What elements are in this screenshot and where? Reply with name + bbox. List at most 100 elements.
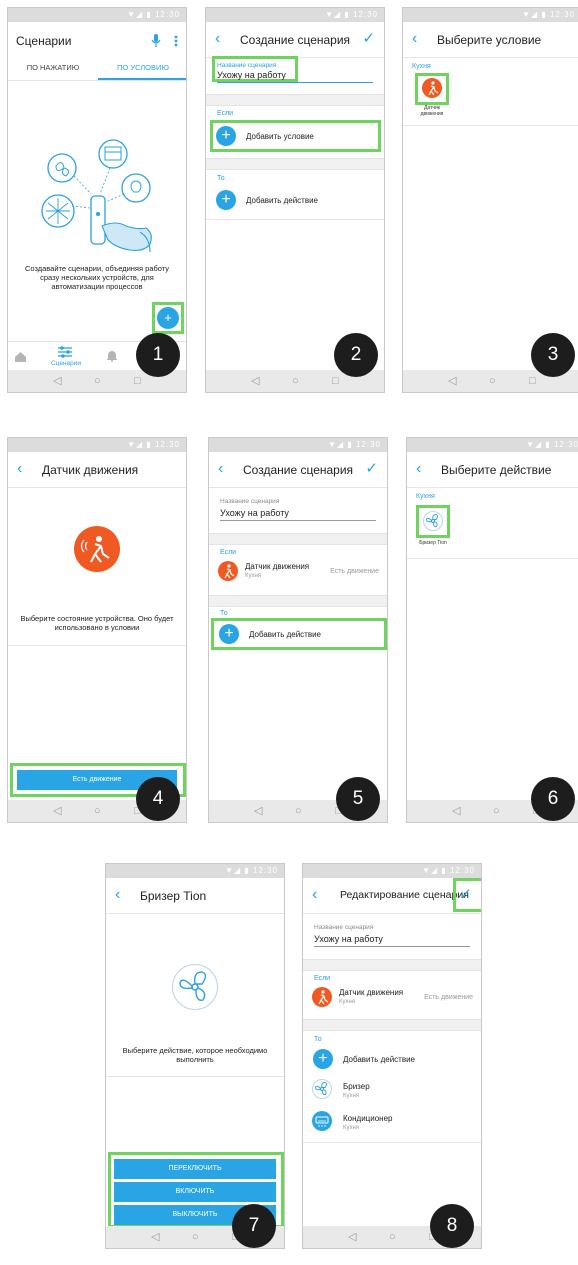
status-icons: ▼◢ ▮ 12:30: [325, 10, 378, 19]
add-condition-icon: +: [216, 126, 236, 146]
add-action-row[interactable]: + Добавить действие: [206, 188, 384, 212]
back-nav-icon[interactable]: ◁: [151, 1231, 159, 1243]
section-separator: [209, 595, 387, 607]
back-nav-icon[interactable]: ◁: [53, 805, 61, 817]
home-nav-icon[interactable]: ○: [295, 805, 302, 817]
back-arrow-icon[interactable]: ‹: [215, 31, 220, 47]
app-header: Сценарии: [8, 22, 186, 56]
back-arrow-icon[interactable]: ‹: [412, 31, 417, 47]
add-action-label: Добавить действие: [249, 630, 321, 639]
status-icons: ▼◢ ▮ 12:30: [225, 866, 278, 875]
status-bar: ▼◢ ▮ 12:30: [206, 8, 384, 22]
back-arrow-icon[interactable]: ‹: [17, 461, 22, 477]
condition-row[interactable]: Датчик движения Кухня Есть движение: [209, 558, 387, 586]
status-bar: ▼◢ ▮ 12:30: [106, 864, 284, 878]
home-icon[interactable]: [15, 352, 26, 362]
if-section-label: Если: [314, 975, 331, 982]
action-row-air-conditioner[interactable]: Кондиционер Кухня: [303, 1108, 481, 1136]
divider: [206, 219, 384, 220]
section-separator: [206, 158, 384, 170]
scenario-name-input[interactable]: Ухожу на работу: [314, 934, 383, 944]
app-header: ‹ Датчик движения: [8, 452, 186, 488]
more-menu-icon[interactable]: [174, 35, 178, 47]
home-nav-icon[interactable]: ○: [493, 805, 500, 817]
add-scenario-fab[interactable]: +: [157, 307, 179, 329]
plus-icon: +: [164, 310, 172, 325]
home-nav-icon[interactable]: ○: [94, 805, 101, 817]
action-device-name: Кондиционер: [343, 1114, 393, 1123]
toggle-button[interactable]: ПЕРЕКЛЮЧИТЬ: [114, 1159, 276, 1179]
breezer-tile[interactable]: [418, 507, 448, 536]
scenario-name-input[interactable]: Ухожу на работу: [220, 508, 289, 518]
status-icons: ▼◢ ▮ 12:30: [127, 440, 180, 449]
back-nav-icon[interactable]: ◁: [452, 805, 460, 817]
divider: [303, 1142, 481, 1143]
back-arrow-icon[interactable]: ‹: [312, 887, 317, 903]
back-arrow-icon[interactable]: ‹: [218, 461, 223, 477]
condition-row[interactable]: Датчик движения Кухня Есть движение: [303, 984, 481, 1012]
turn-on-button[interactable]: ВКЛЮЧИТЬ: [114, 1182, 276, 1202]
back-nav-icon[interactable]: ◁: [348, 1231, 356, 1243]
status-bar: ▼◢ ▮ 12:30: [209, 438, 387, 452]
confirm-check-icon[interactable]: ✓: [362, 31, 375, 46]
input-underline: [314, 946, 470, 947]
back-nav-icon[interactable]: ◁: [251, 375, 259, 387]
motion-sensor-tile[interactable]: [417, 75, 447, 103]
status-icons: ▼◢ ▮ 12:30: [422, 866, 475, 875]
condition-state: Есть движение: [424, 994, 473, 1001]
screen-5-create-scenario: ▼◢ ▮ 12:30 ‹ Создание сценария ✓ Названи…: [208, 437, 388, 823]
status-icons: ▼◢ ▮ 12:30: [522, 10, 575, 19]
condition-room: Кухня: [339, 999, 356, 1005]
scenarios-icon[interactable]: [58, 346, 72, 358]
page-title: Датчик движения: [42, 463, 139, 477]
page-title: Выберите действие: [441, 463, 552, 477]
scenario-name-label: Название сценария: [314, 924, 374, 931]
recent-apps-icon[interactable]: □: [134, 375, 141, 387]
motion-sensor-icon: [422, 78, 442, 98]
tab-by-condition[interactable]: ПО УСЛОВИЮ: [98, 56, 186, 80]
app-header: ‹ Выберите действие: [407, 452, 578, 488]
add-condition-row[interactable]: + Добавить условие: [206, 124, 384, 148]
home-nav-icon[interactable]: ○: [292, 375, 299, 387]
step-badge-5: 5: [336, 777, 380, 821]
air-conditioner-icon: [312, 1111, 332, 1131]
back-arrow-icon[interactable]: ‹: [416, 461, 421, 477]
bell-icon[interactable]: [107, 351, 117, 362]
if-section-label: Если: [217, 110, 234, 117]
back-arrow-icon[interactable]: ‹: [115, 887, 120, 903]
tab-by-click[interactable]: ПО НАЖАТИЮ: [8, 56, 98, 80]
motion-sensor-icon: [74, 526, 120, 572]
step-badge-2: 2: [334, 333, 378, 377]
action-row-breezer[interactable]: Бризер Кухня: [303, 1076, 481, 1104]
home-nav-icon[interactable]: ○: [94, 375, 101, 387]
home-nav-icon[interactable]: ○: [192, 1231, 199, 1243]
status-icons: ▼◢ ▮ 12:30: [526, 440, 578, 449]
add-action-row[interactable]: + Добавить действие: [209, 622, 387, 646]
then-section-label: То: [314, 1036, 322, 1043]
empty-state-text: Создавайте сценарии, объединяя работу ср…: [24, 264, 170, 291]
back-nav-icon[interactable]: ◁: [448, 375, 456, 387]
home-nav-icon[interactable]: ○: [389, 1231, 396, 1243]
step-badge-8: 8: [430, 1204, 474, 1248]
back-nav-icon[interactable]: ◁: [53, 375, 61, 387]
home-nav-icon[interactable]: ○: [489, 375, 496, 387]
tab-label: ПО НАЖАТИЮ: [26, 63, 80, 72]
back-nav-icon[interactable]: ◁: [254, 805, 262, 817]
scenario-name-input[interactable]: Ухожу на работу: [217, 70, 286, 80]
motion-sensor-icon: [218, 561, 238, 581]
page-title: Редактирование сценария: [340, 889, 469, 901]
confirm-check-icon[interactable]: ✓: [365, 461, 378, 476]
action-prompt: Выберите действие, которое необходимо вы…: [122, 1046, 268, 1064]
smart-home-illustration: [41, 139, 152, 253]
recent-apps-icon[interactable]: □: [332, 375, 339, 387]
page-title: Бризер Tion: [140, 889, 207, 903]
section-separator: [209, 533, 387, 545]
microphone-icon[interactable]: [151, 34, 161, 48]
scenario-name-label: Название сценария: [220, 498, 280, 505]
room-label: Кухня: [416, 493, 435, 500]
add-action-row[interactable]: + Добавить действие: [303, 1047, 481, 1071]
status-icons: ▼◢ ▮ 12:30: [328, 440, 381, 449]
recent-apps-icon[interactable]: □: [529, 375, 536, 387]
status-bar: ▼◢ ▮ 12:30: [403, 8, 578, 22]
room-label: Кухня: [412, 63, 431, 70]
